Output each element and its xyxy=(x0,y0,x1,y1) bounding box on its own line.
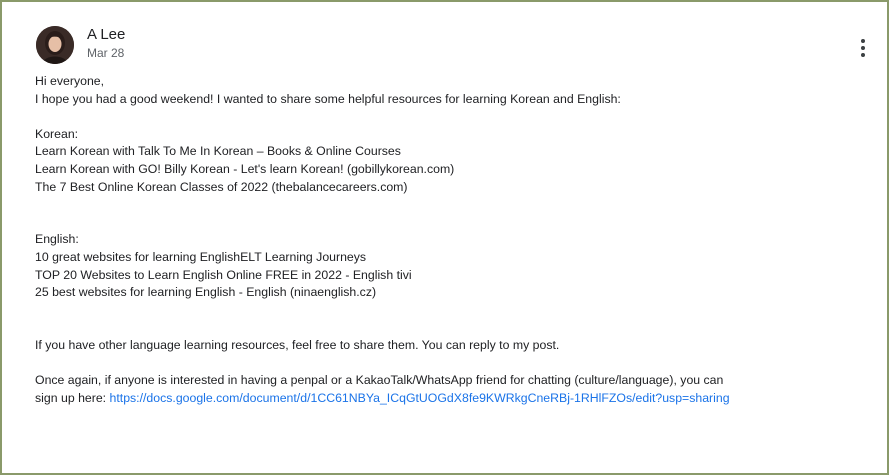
korean-resource-link[interactable]: Learn Korean with Talk To Me In Korean –… xyxy=(35,143,875,161)
post-date: Mar 28 xyxy=(87,46,125,60)
korean-heading: Korean: xyxy=(35,126,79,141)
korean-resource-link[interactable]: Learn Korean with GO! Billy Korean - Let… xyxy=(35,161,875,179)
english-resource-link[interactable]: TOP 20 Websites to Learn English Online … xyxy=(35,267,875,285)
author-name[interactable]: A Lee xyxy=(87,26,125,44)
post-card: A Lee Mar 28 Hi everyone, I hope you had… xyxy=(0,0,889,475)
post-header: A Lee Mar 28 xyxy=(36,26,876,66)
post-body: Hi everyone, I hope you had a good weeke… xyxy=(35,73,875,407)
english-resource-link[interactable]: 25 best websites for learning English - … xyxy=(35,284,875,302)
korean-resource-link[interactable]: The 7 Best Online Korean Classes of 2022… xyxy=(35,179,875,197)
more-vert-icon[interactable] xyxy=(859,39,867,59)
signup-line: sign up here: https://docs.google.com/do… xyxy=(35,390,875,408)
english-heading: English: xyxy=(35,232,79,247)
signup-link[interactable]: https://docs.google.com/document/d/1CC61… xyxy=(110,391,730,405)
author-avatar[interactable] xyxy=(36,26,74,64)
greeting-text: Hi everyone, xyxy=(35,74,105,88)
penpal-text: Once again, if anyone is interested in h… xyxy=(35,373,724,388)
share-text: If you have other language learning reso… xyxy=(35,337,560,352)
intro-text: I hope you had a good weekend! I wanted … xyxy=(35,91,621,106)
english-resource-link[interactable]: 10 great websites for learning EnglishEL… xyxy=(35,249,875,267)
signup-text: sign up here: xyxy=(35,390,110,405)
